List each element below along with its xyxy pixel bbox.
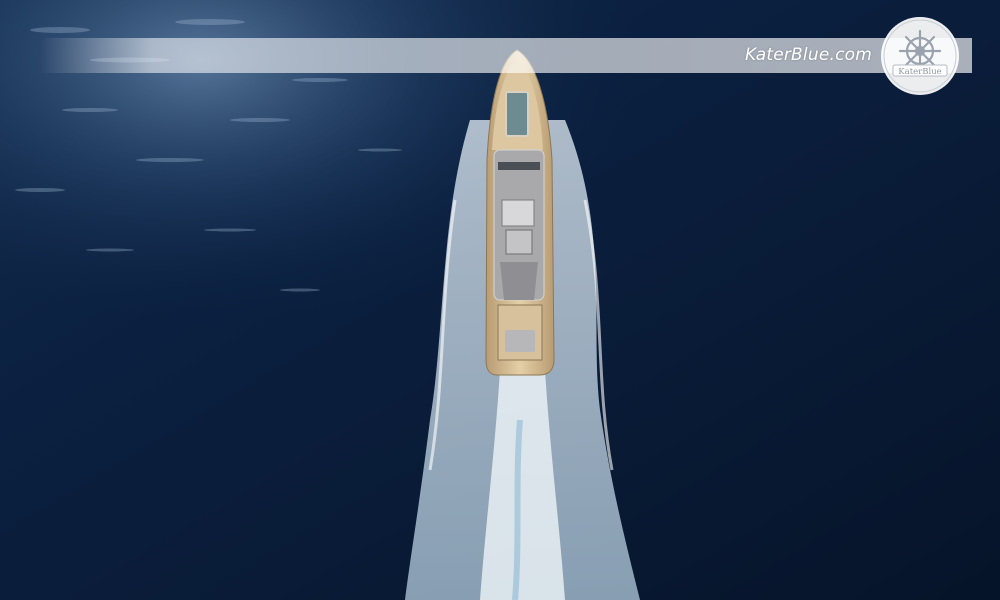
radar-arch [500, 262, 538, 300]
sea-scene [0, 0, 1000, 600]
upper-deck [505, 229, 533, 255]
aft-lounge [505, 330, 535, 352]
katerblue-logo: KaterBlue [879, 15, 961, 97]
logo-text: KaterBlue [898, 67, 941, 77]
bridge-windows [498, 162, 540, 170]
bow-pool [505, 91, 529, 137]
aerial-yacht-photo: KaterBlue.com KaterBlue [0, 0, 1000, 600]
watermark-site-text: KaterBlue.com [744, 45, 872, 65]
sun-deck [501, 199, 535, 227]
ship-wheel-icon: KaterBlue [881, 17, 959, 95]
